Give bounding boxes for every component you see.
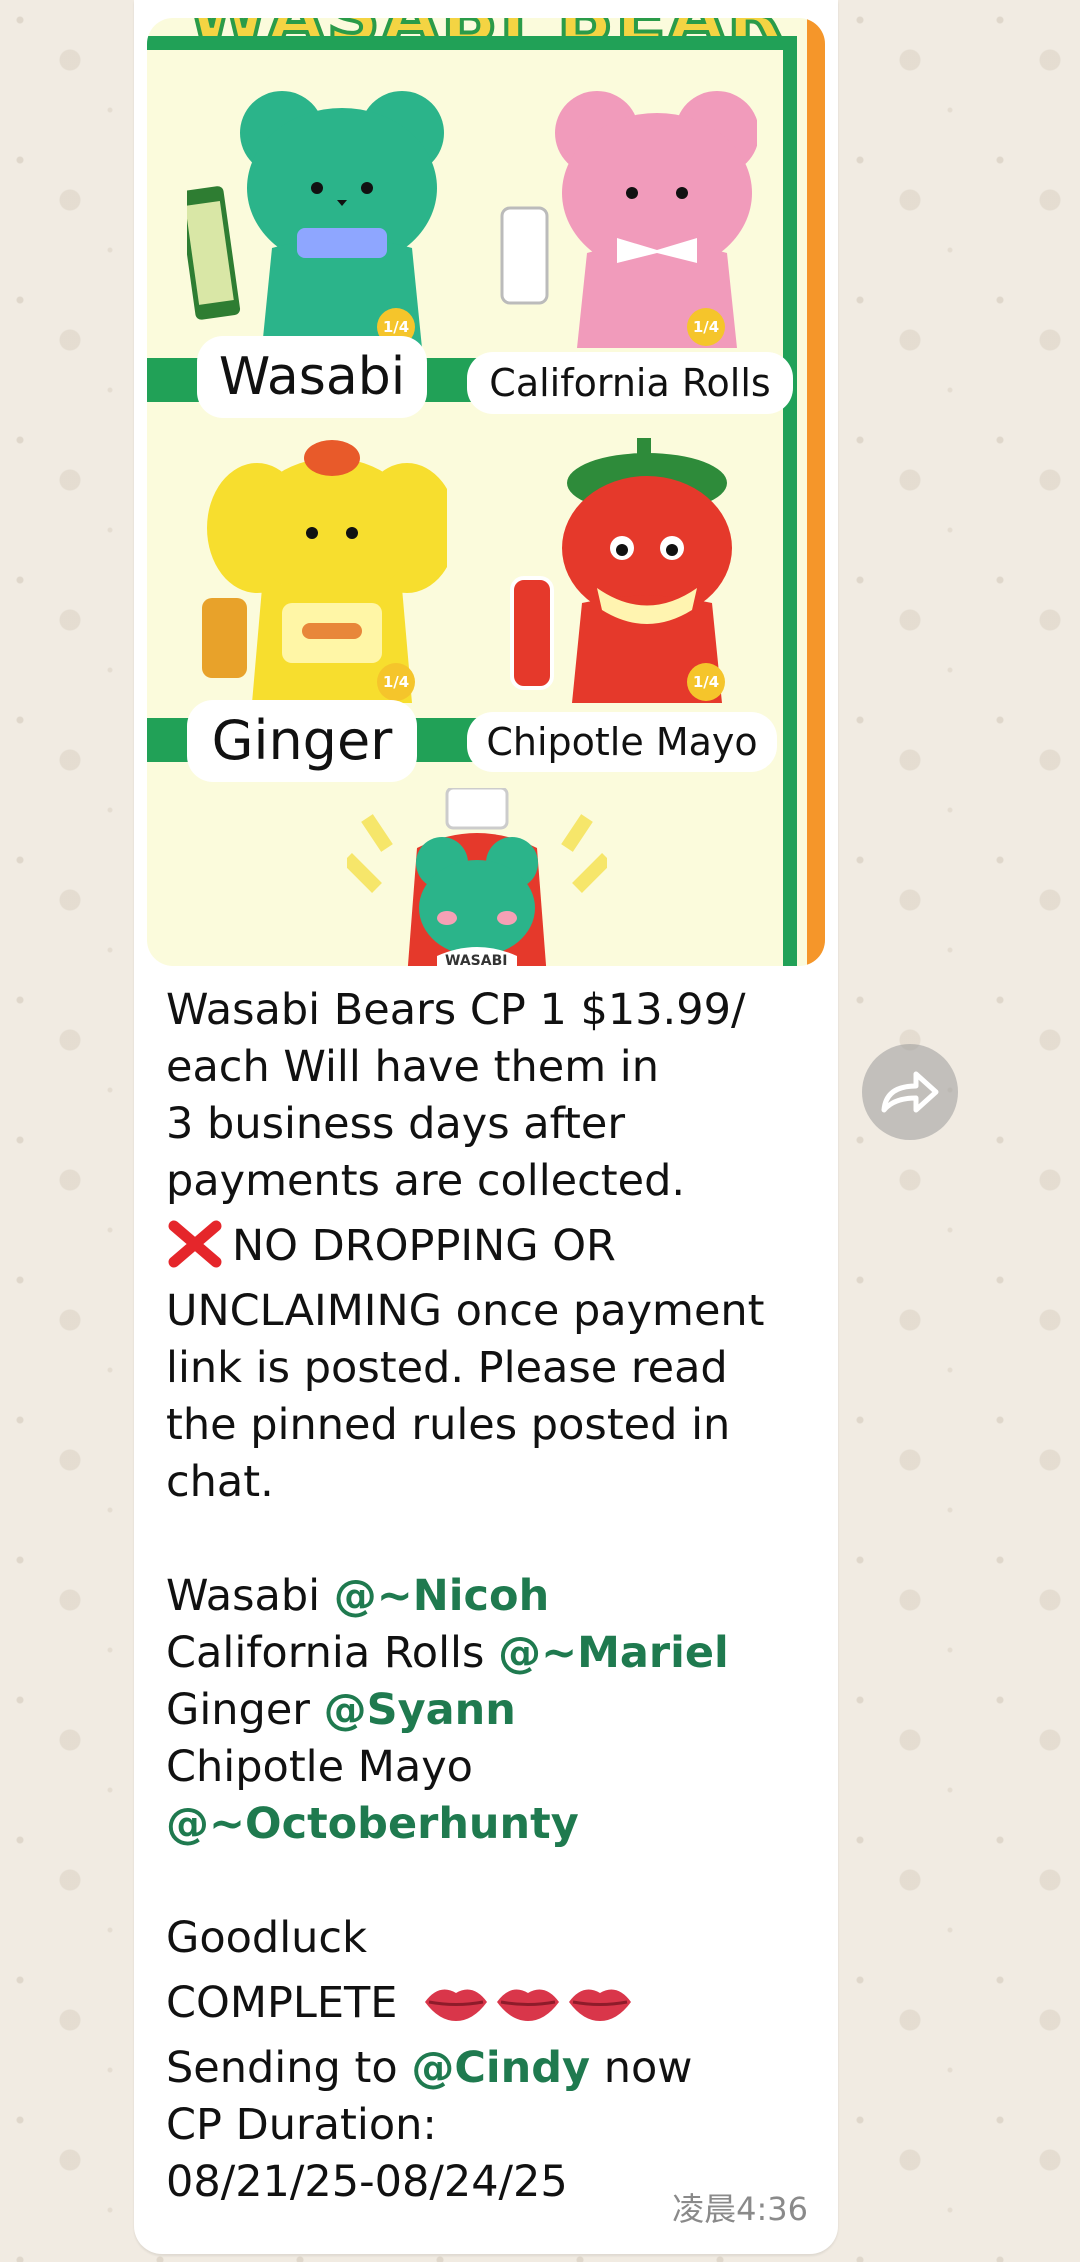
message-line: the pinned rules posted in	[166, 1400, 731, 1450]
warning-line: NO DROPPING OR	[166, 1218, 806, 1275]
image-attachment[interactable]: WASABI BEAR 1/4 1/4	[147, 18, 825, 966]
claim-line-ginger: Ginger @Syann	[166, 1682, 806, 1739]
forward-button[interactable]	[862, 1044, 958, 1140]
chipotle-mayo-count-badge: 1/4	[687, 663, 725, 701]
claim-item: Wasabi	[166, 1571, 334, 1621]
message-line: Wasabi Bears CP 1 $13.99/	[166, 985, 746, 1035]
image-frame-top	[147, 36, 795, 50]
message-text: Wasabi Bears CP 1 $13.99/ each Will have…	[166, 982, 806, 2211]
goodluck-text: Goodluck	[166, 1913, 367, 1963]
mention-link[interactable]: @Syann	[324, 1685, 516, 1735]
claim-item: Ginger	[166, 1685, 324, 1735]
lips-icon	[425, 1989, 488, 2021]
forward-arrow-icon	[881, 1071, 939, 1113]
claim-item: California Rolls	[166, 1628, 499, 1678]
lips-icon	[497, 1989, 560, 2021]
claim-line-california-rolls: California Rolls @~Mariel	[166, 1625, 806, 1682]
claim-item-chipotle-mayo: Chipotle Mayo	[166, 1742, 473, 1792]
wasabi-label: Wasabi	[197, 336, 427, 418]
message-line: link is posted. Please read	[166, 1343, 728, 1393]
california-rolls-label: California Rolls	[467, 352, 793, 414]
complete-line: COMPLETE	[166, 1975, 806, 2032]
message-timestamp: 凌晨4:36	[672, 2190, 808, 2228]
secret-ketchup-bear-figure	[347, 788, 607, 966]
image-frame-orange	[807, 18, 825, 966]
ginger-count-badge: 1/4	[377, 663, 415, 701]
message-line: 3 business days after	[166, 1099, 625, 1149]
sending-line: Sending to @Cindy now	[166, 2040, 806, 2097]
lips-icon	[569, 1989, 632, 2021]
mention-link[interactable]: @~Nicoh	[334, 1571, 549, 1621]
message-line: UNCLAIMING once payment	[166, 1286, 765, 1336]
sending-suffix: now	[590, 2043, 693, 2093]
message-line: payments are collected.	[166, 1156, 686, 1206]
chipotle-mayo-label: Chipotle Mayo	[467, 712, 777, 772]
mention-link[interactable]: @~Octoberhunty	[166, 1796, 806, 1853]
bottle-label-text: WASABI	[445, 953, 508, 966]
cross-mark-icon	[168, 1220, 222, 1268]
warning-text: NO DROPPING OR	[232, 1221, 616, 1271]
mention-link[interactable]: @Cindy	[411, 2043, 590, 2093]
claim-line-wasabi: Wasabi @~Nicoh	[166, 1568, 806, 1625]
mention-link[interactable]: @~Mariel	[498, 1628, 729, 1678]
ginger-label: Ginger	[187, 700, 417, 782]
complete-text: COMPLETE	[166, 1978, 398, 2028]
message-bubble[interactable]: WASABI BEAR 1/4 1/4	[134, 0, 838, 2254]
sending-prefix: Sending to	[166, 2043, 412, 2093]
message-line: chat.	[166, 1457, 274, 1507]
image-frame-green	[783, 36, 797, 966]
message-line: each Will have them in	[166, 1042, 659, 1092]
duration-label: CP Duration:	[166, 2100, 437, 2150]
california-rolls-count-badge: 1/4	[687, 308, 725, 346]
